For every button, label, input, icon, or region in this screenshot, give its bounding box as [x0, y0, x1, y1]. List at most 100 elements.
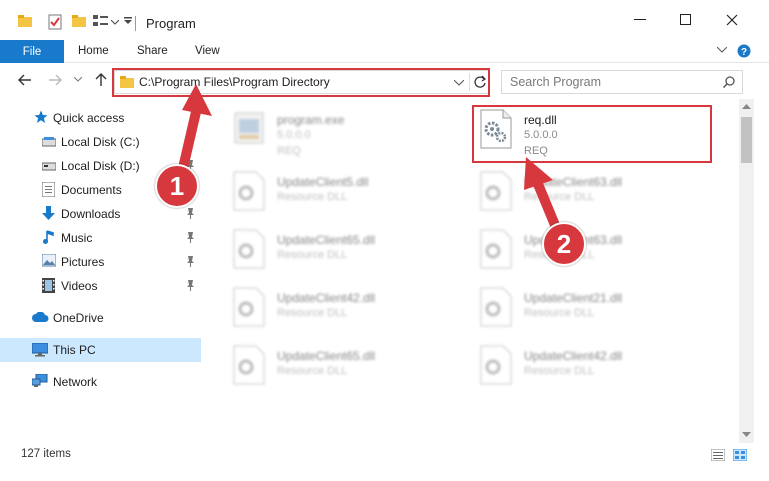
pin-icon[interactable]	[186, 280, 195, 291]
minimize-icon	[634, 19, 646, 20]
dll-file-icon	[233, 287, 265, 327]
pin-icon[interactable]	[186, 136, 195, 147]
dll-file-icon	[480, 287, 512, 327]
dll-file-icon	[233, 229, 265, 269]
sidebar-item-this-pc[interactable]: This PC	[0, 338, 201, 362]
expand-ribbon-icon[interactable]	[717, 47, 727, 53]
file-item[interactable]: UpdateClient5.dll Resource DLL	[231, 165, 461, 225]
sidebar-item-onedrive[interactable]: OneDrive	[0, 306, 201, 330]
search-box[interactable]: Search Program	[501, 70, 743, 94]
file-description: Resource DLL	[277, 249, 348, 261]
title-bar: Program	[0, 0, 769, 40]
chevron-down-icon[interactable]	[111, 20, 119, 25]
videos-icon	[42, 278, 55, 293]
sidebar-item-quick-access[interactable]: Quick access	[0, 106, 201, 130]
tab-share[interactable]: Share	[137, 45, 168, 57]
dll-file-icon	[233, 345, 265, 385]
step-badge-1: 1	[155, 164, 199, 208]
file-description: Resource DLL	[277, 307, 348, 319]
file-name: UpdateClient63.dll	[524, 175, 623, 189]
file-name: UpdateClient5.dll	[277, 175, 369, 189]
minimize-button[interactable]	[630, 10, 650, 30]
back-arrow-icon[interactable]	[18, 73, 32, 87]
search-placeholder: Search Program	[510, 75, 602, 89]
sidebar-item-label: Network	[53, 375, 98, 389]
drive-icon	[42, 137, 56, 147]
file-item[interactable]: UpdateClient63.dll Resource DLL	[478, 223, 708, 283]
file-description: REQ	[277, 145, 301, 157]
cloud-icon	[32, 312, 49, 322]
sidebar-item-network[interactable]: Network	[0, 370, 201, 394]
properties-icon[interactable]	[48, 14, 62, 30]
sidebar-item-label: This PC	[53, 343, 96, 357]
download-icon	[42, 206, 55, 220]
recent-locations-icon[interactable]	[74, 77, 82, 82]
network-icon	[32, 374, 48, 387]
documents-icon	[42, 182, 55, 197]
window-title: Program	[146, 16, 196, 31]
close-icon	[726, 14, 738, 26]
navigation-pane: Quick access Local Disk (C:) Local Disk …	[0, 99, 201, 443]
status-bar: 127 items	[0, 443, 769, 468]
close-button[interactable]	[722, 10, 742, 30]
forward-arrow-icon[interactable]	[48, 73, 62, 87]
file-item[interactable]: UpdateClient65.dll Resource DLL	[231, 223, 461, 283]
scroll-up-icon[interactable]	[742, 104, 751, 110]
tab-home[interactable]: Home	[78, 45, 109, 57]
up-arrow-icon[interactable]	[94, 73, 108, 87]
exe-file-icon	[234, 112, 264, 144]
pictures-icon	[42, 254, 56, 267]
maximize-button[interactable]	[676, 10, 696, 30]
folder-icon[interactable]	[18, 14, 32, 28]
file-description: Resource DLL	[524, 307, 595, 319]
file-item[interactable]: UpdateClient42.dll Resource DLL	[231, 281, 461, 341]
tab-file[interactable]: File	[0, 40, 64, 63]
large-icons-view-icon[interactable]	[733, 449, 747, 461]
file-item[interactable]: UpdateClient63.dll Resource DLL	[478, 165, 708, 225]
maximize-icon	[680, 14, 691, 25]
sidebar-item-local-disk-c[interactable]: Local Disk (C:)	[0, 130, 201, 154]
sidebar-item-label: Downloads	[61, 207, 121, 221]
view-options-icon[interactable]	[93, 14, 109, 28]
sidebar-item-music[interactable]: Music	[0, 226, 201, 250]
sidebar-item-label: Documents	[61, 183, 122, 197]
scrollbar-thumb[interactable]	[741, 117, 752, 163]
help-icon[interactable]: ?	[737, 44, 751, 58]
pin-icon[interactable]	[186, 256, 195, 267]
file-item[interactable]: UpdateClient65.dll Resource DLL	[231, 339, 461, 399]
sidebar-item-label: Quick access	[53, 111, 125, 125]
sidebar-item-label: OneDrive	[53, 311, 104, 325]
file-name: UpdateClient65.dll	[277, 233, 376, 247]
new-folder-icon[interactable]	[72, 14, 86, 28]
file-name: UpdateClient65.dll	[277, 349, 376, 363]
file-item[interactable]: UpdateClient42.dll Resource DLL	[478, 339, 708, 399]
file-highlight-box	[472, 105, 712, 163]
dll-file-icon	[233, 171, 265, 211]
search-icon[interactable]	[723, 76, 735, 88]
pc-icon	[32, 343, 48, 357]
drive-icon	[42, 162, 56, 171]
sidebar-item-label: Music	[61, 231, 93, 245]
dll-file-icon	[480, 171, 512, 211]
details-view-icon[interactable]	[711, 449, 725, 461]
pin-icon[interactable]	[186, 208, 195, 219]
file-version: 5.0.0.0	[277, 129, 311, 141]
customize-toolbar-icon[interactable]	[124, 17, 132, 25]
dll-file-icon	[480, 229, 512, 269]
file-item[interactable]: UpdateClient21.dll Resource DLL	[478, 281, 708, 341]
star-icon	[34, 110, 48, 123]
item-count: 127 items	[21, 448, 71, 460]
ribbon-tabs: File Home Share View ?	[0, 40, 769, 63]
file-name: UpdateClient42.dll	[524, 349, 623, 363]
vertical-scrollbar[interactable]	[739, 99, 754, 443]
sidebar-item-pictures[interactable]: Pictures	[0, 250, 201, 274]
file-description: Resource DLL	[277, 191, 348, 203]
pin-icon[interactable]	[186, 232, 195, 243]
file-item-program-exe[interactable]: program.exe 5.0.0.0 REQ	[231, 103, 461, 163]
scroll-down-icon[interactable]	[742, 432, 751, 438]
sidebar-item-videos[interactable]: Videos	[0, 274, 201, 298]
file-name: program.exe	[277, 113, 345, 127]
file-description: Resource DLL	[524, 191, 595, 203]
tab-view[interactable]: View	[195, 45, 220, 57]
music-icon	[43, 230, 54, 244]
